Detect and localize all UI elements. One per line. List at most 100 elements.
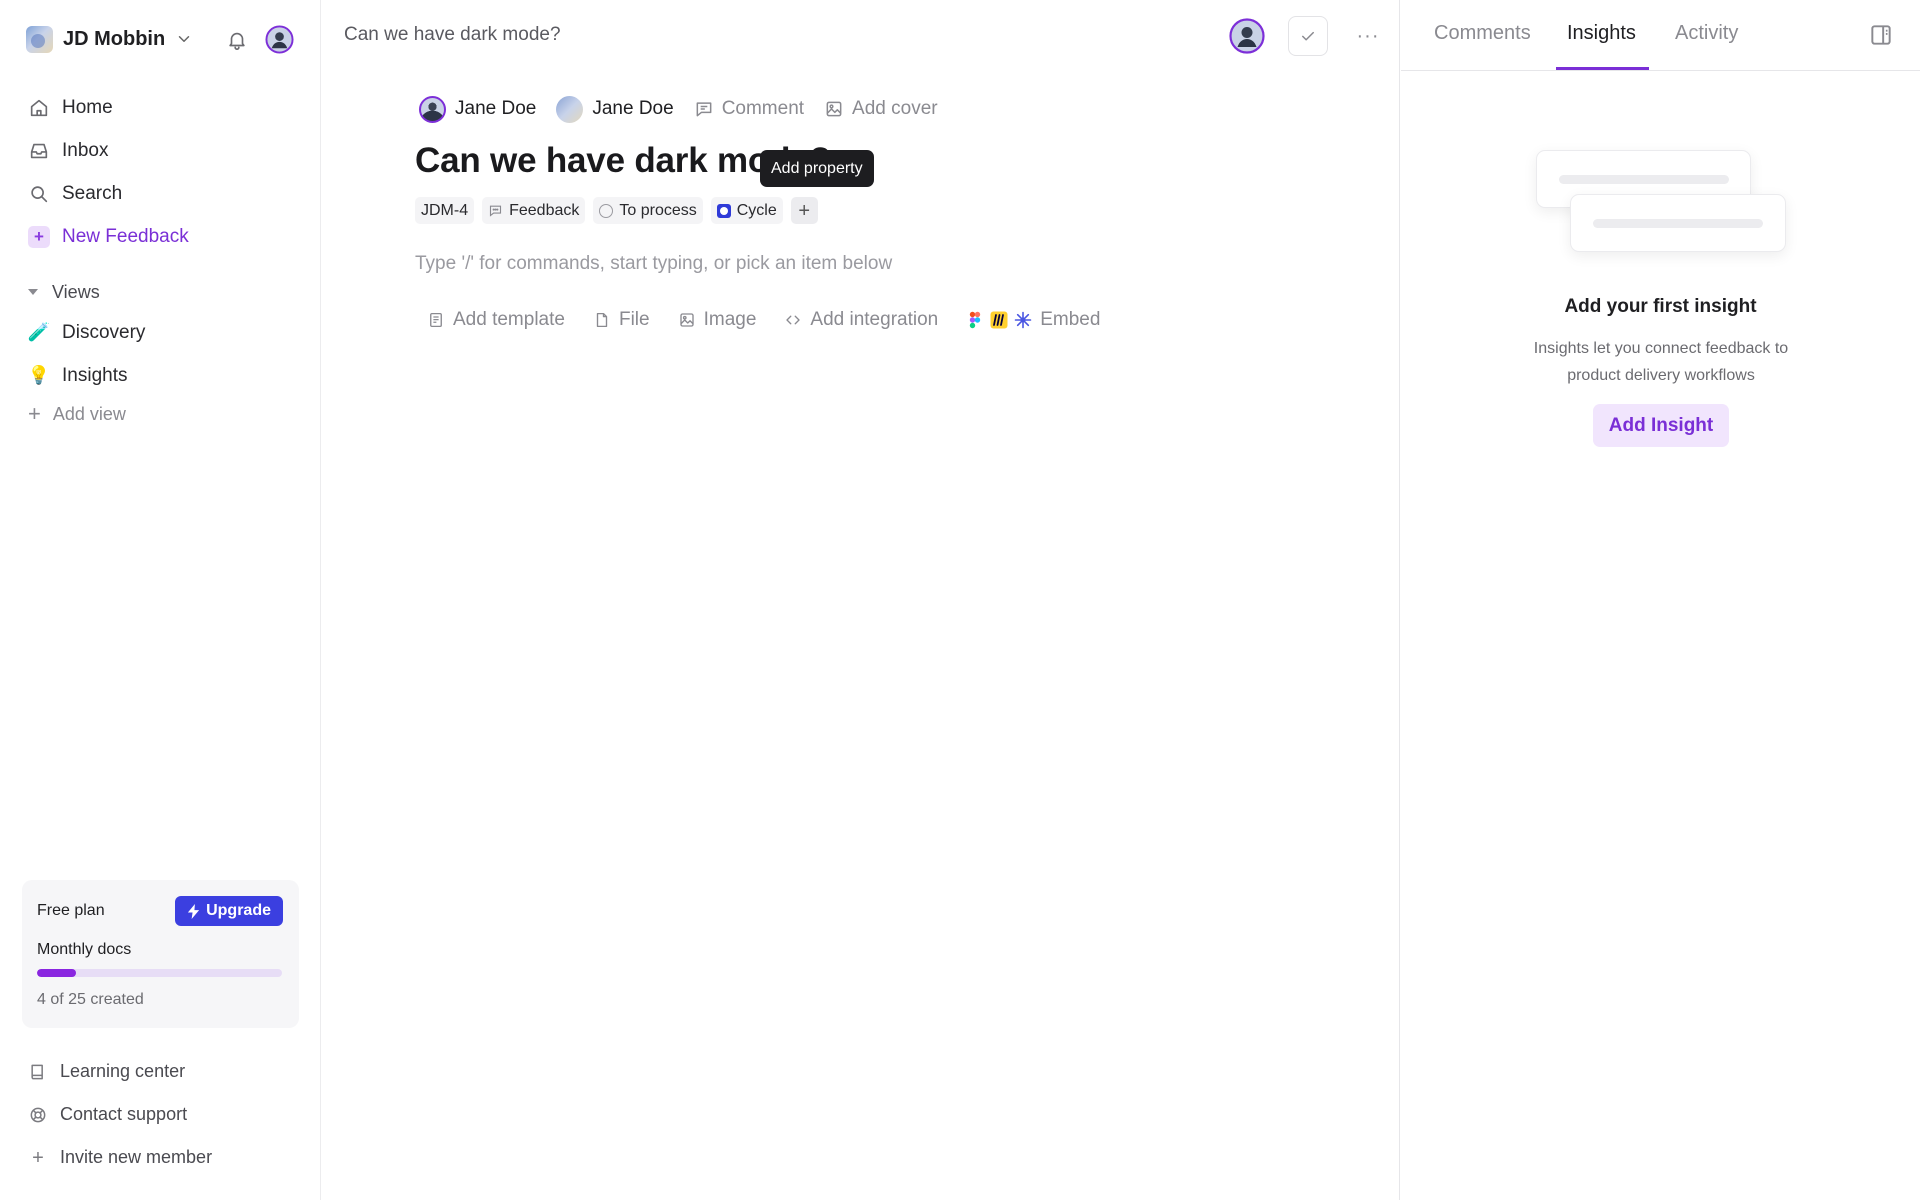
panel-toggle-icon[interactable]: [1868, 22, 1894, 48]
nav-item-label: Inbox: [62, 139, 109, 161]
book-icon: [31, 1064, 43, 1079]
issue-id: JDM-4: [421, 201, 469, 219]
document-area: Can we have dark mode? ··· Jane Doe Jane…: [322, 0, 1400, 1200]
cycle-chip[interactable]: Cycle: [710, 197, 783, 224]
plus-icon: +: [28, 225, 50, 248]
embed-button[interactable]: Embed: [966, 309, 1100, 331]
link-label: Learning center: [60, 1061, 186, 1081]
active-tab-indicator: [1556, 67, 1649, 70]
placeholder-line: [1593, 219, 1763, 228]
nav-item-inbox[interactable]: Inbox: [18, 129, 300, 172]
property-bar: JDM-4 Feedback To process Cycle +: [415, 197, 818, 224]
file-button[interactable]: File: [593, 309, 650, 331]
type-chip[interactable]: Feedback: [482, 197, 586, 224]
plus-icon: +: [28, 401, 41, 426]
miro-icon: [990, 311, 1008, 329]
type-label: Feedback: [509, 201, 580, 219]
side-panel: Comments Insights Activity Add your firs…: [1401, 0, 1920, 1200]
comment-button[interactable]: Comment: [694, 98, 804, 120]
toolbar-label: Embed: [1040, 309, 1101, 330]
image-icon: [826, 101, 842, 117]
test-tube-icon: 🧪: [27, 322, 51, 342]
issue-id-chip[interactable]: JDM-4: [415, 197, 475, 224]
sparkle-icon: [1014, 311, 1032, 329]
plus-icon: +: [32, 1146, 44, 1169]
more-options-icon[interactable]: ···: [1352, 20, 1384, 52]
nav-item-search[interactable]: Search: [18, 172, 300, 215]
workspace-logo: [26, 25, 53, 53]
template-icon: [430, 312, 442, 328]
feedback-icon: [490, 205, 502, 217]
views-header: Views: [52, 281, 100, 302]
add-property-button[interactable]: +: [790, 197, 818, 224]
nav-item-home[interactable]: Home: [18, 86, 300, 129]
add-cover-button[interactable]: Add cover: [824, 98, 938, 120]
add-insight-button[interactable]: Add Insight: [1593, 404, 1729, 447]
views-section-toggle[interactable]: Views: [28, 276, 100, 308]
owner-chip[interactable]: Jane Doe: [419, 95, 536, 123]
toolbar-label: File: [618, 309, 650, 330]
link-label: Invite new member: [60, 1147, 213, 1167]
placeholder-line: [1559, 175, 1729, 184]
inbox-icon: [30, 143, 48, 158]
view-item-label: Discovery: [62, 321, 146, 343]
comment-icon: [696, 102, 712, 117]
chevron-down-icon: [178, 36, 190, 42]
sidebar: JD Mobbin Home Inbox Search + New Feedba…: [0, 0, 321, 1200]
nav-item-label: Search: [62, 182, 123, 204]
footer-links: Learning center Contact support + Invite…: [18, 1050, 300, 1179]
tab-activity[interactable]: Activity: [1675, 22, 1738, 45]
insert-toolbar: Add template File Image Add integration: [427, 305, 1100, 335]
user-avatar[interactable]: [265, 25, 294, 54]
docs-progress-bar: [37, 969, 282, 977]
toolbar-label: Add template: [453, 309, 565, 330]
collaborator-avatar[interactable]: [1229, 18, 1265, 54]
assignee-avatar: [556, 95, 584, 123]
comment-label: Comment: [721, 98, 805, 119]
status-chip[interactable]: To process: [593, 197, 703, 224]
plan-label: Free plan: [37, 902, 105, 919]
toolbar-label: Add integration: [810, 309, 939, 330]
view-item-discovery[interactable]: 🧪 Discovery: [18, 311, 300, 354]
mark-done-button[interactable]: [1288, 16, 1328, 56]
breadcrumb: Can we have dark mode?: [344, 24, 561, 45]
toolbar-label: Image: [703, 309, 757, 330]
image-icon: [679, 313, 694, 327]
bell-icon[interactable]: [224, 27, 250, 53]
docs-count: 4 of 25 created: [37, 991, 144, 1008]
add-cover-label: Add cover: [852, 98, 938, 119]
tab-comments[interactable]: Comments: [1434, 22, 1531, 45]
tab-insights[interactable]: Insights: [1567, 22, 1636, 45]
views-list: 🧪 Discovery 💡 Insights: [18, 311, 300, 397]
lightbulb-icon: 💡: [27, 365, 51, 385]
cycle-icon: [716, 203, 731, 218]
upgrade-label: Upgrade: [206, 902, 271, 919]
status-circle-icon: [599, 203, 614, 218]
contact-support-link[interactable]: Contact support: [18, 1093, 300, 1136]
view-item-insights[interactable]: 💡 Insights: [18, 354, 300, 397]
monthly-docs-label: Monthly docs: [37, 941, 132, 958]
assignee-name: Jane Doe: [592, 98, 674, 119]
workspace-switcher[interactable]: JD Mobbin: [26, 22, 193, 56]
home-icon: [30, 99, 48, 116]
learning-center-link[interactable]: Learning center: [18, 1050, 300, 1093]
image-button[interactable]: Image: [678, 309, 757, 331]
invite-member-link[interactable]: + Invite new member: [18, 1136, 300, 1179]
new-feedback-button[interactable]: + New Feedback: [18, 215, 300, 258]
check-icon: [1302, 31, 1314, 41]
docs-progress-fill: [37, 969, 77, 977]
caret-down-icon: [28, 289, 38, 295]
add-template-button[interactable]: Add template: [427, 309, 565, 331]
code-icon: [786, 315, 801, 325]
upgrade-button[interactable]: Upgrade: [175, 896, 283, 926]
editor-placeholder[interactable]: Type '/' for commands, start typing, or …: [415, 253, 892, 275]
owner-avatar: [419, 95, 446, 123]
workspace-name: JD Mobbin: [63, 27, 166, 50]
add-view-button[interactable]: + Add view: [28, 399, 126, 429]
document-meta: Jane Doe Jane Doe Comment Add cover: [419, 93, 938, 125]
assignee-chip[interactable]: Jane Doe: [556, 95, 674, 123]
panel-tabs: Comments Insights Activity: [1401, 0, 1920, 71]
add-integration-button[interactable]: Add integration: [784, 309, 938, 331]
search-icon: [31, 185, 48, 202]
status-label: To process: [619, 201, 697, 219]
